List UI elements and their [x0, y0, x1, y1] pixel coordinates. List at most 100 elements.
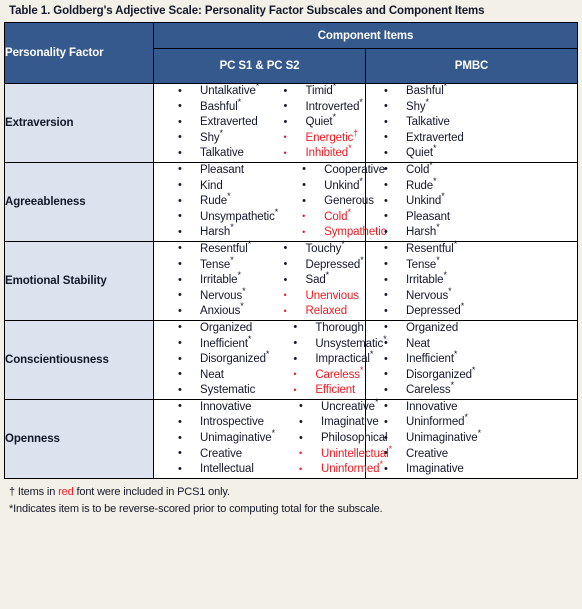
list-item: Innovative [366, 399, 577, 416]
pcs-items-cell: OrganizedInefficient*Disorganized*NeatSy… [153, 319, 387, 400]
table-row: ExtraversionUntalkative*Bashful*Extraver… [4, 81, 578, 163]
pcs-items-cell: Resentful*Tense*Irritable*Nervous*Anxiou… [153, 239, 366, 321]
item-list: Timid*Introverted*Quiet*Energetic†Inhibi… [260, 81, 366, 162]
item-list: PleasantKindRude*Unsympathetic*Harsh* [154, 162, 278, 241]
reverse-scored-asterisk: * [240, 301, 244, 312]
table-row: Emotional StabilityResentful*Tense*Irrit… [4, 239, 578, 321]
reverse-scored-asterisk: * [237, 270, 241, 281]
reverse-scored-asterisk: * [443, 270, 447, 281]
reverse-scored-asterisk: * [433, 175, 437, 186]
pcs-items-cell: Untalkative*Bashful*ExtravertedShy*Talka… [153, 81, 366, 163]
header-pcs1-pcs2: PC S1 & PC S2 [153, 48, 366, 84]
reverse-scored-asterisk: * [219, 127, 224, 138]
list-item: Timid* [260, 81, 366, 100]
reverse-scored-asterisk: * [230, 254, 234, 265]
list-item: Unimaginative* [154, 429, 275, 447]
reverse-scored-asterisk: * [443, 81, 448, 92]
list-item: Rude* [366, 175, 577, 195]
list-item: Neat [366, 336, 577, 353]
pcs-subcolumns: OrganizedInefficient*Disorganized*NeatSy… [154, 320, 387, 399]
list-item: Harsh* [154, 223, 278, 241]
pcs-subcolumns: InnovativeIntrospectiveUnimaginative*Cre… [154, 398, 392, 478]
header-personality-factor: Personality Factor [4, 22, 154, 84]
footnote-asterisk: *Indicates item is to be reverse-scored … [9, 502, 383, 515]
reverse-scored-asterisk: * [441, 191, 445, 202]
header-component-items: Component Items [153, 22, 578, 49]
reverse-scored-asterisk: * [348, 143, 352, 154]
pcs-subcolumn-left: OrganizedInefficient*Disorganized*NeatSy… [154, 320, 269, 399]
table-header: Personality Factor Component Items PC S1… [4, 22, 578, 84]
factor-name-cell: Openness [4, 398, 154, 479]
reverse-scored-asterisk: * [448, 285, 452, 296]
reverse-scored-asterisk: * [450, 380, 455, 391]
pcs-subcolumns: Untalkative*Bashful*ExtravertedShy*Talka… [154, 81, 366, 162]
list-item: Disorganized* [154, 350, 269, 368]
list-item: Bashful* [366, 81, 577, 100]
table-row: AgreeablenessPleasantKindRude*Unsympathe… [4, 160, 578, 242]
list-item: Creative [366, 446, 577, 463]
list-item: Kind [154, 178, 278, 195]
list-item: Pleasant [154, 162, 278, 179]
list-item: Unkind* [366, 191, 577, 210]
reverse-scored-asterisk: * [425, 96, 430, 107]
header-pmbc: PMBC [365, 48, 578, 84]
list-item: Rude* [154, 191, 278, 210]
list-item: Unsympathetic* [154, 207, 278, 226]
pcs-subcolumn-left: Untalkative*Bashful*ExtravertedShy*Talka… [154, 82, 260, 162]
reverse-scored-asterisk: * [325, 270, 330, 281]
reverse-scored-asterisk: * [332, 112, 337, 123]
pmbc-items-cell: Resentful*Tense*Irritable*Nervous*Depres… [365, 239, 578, 321]
list-item: Creative [154, 446, 275, 463]
pcs-items-cell: PleasantKindRude*Unsympathetic*Harsh*Coo… [153, 161, 386, 242]
item-list: Resentful*Tense*Irritable*Nervous*Depres… [366, 239, 577, 320]
item-list: InnovativeIntrospectiveUnimaginative*Cre… [154, 399, 275, 478]
list-item: Resentful* [154, 240, 260, 258]
table-body: ExtraversionUntalkative*Bashful*Extraver… [4, 81, 578, 479]
pmbc-items-cell: Cold*Rude*Unkind*PleasantHarsh* [365, 160, 578, 242]
factor-name-cell: Conscientiousness [4, 319, 154, 400]
footnotes: † Items in red font were included in PCS… [4, 479, 578, 518]
reverse-scored-asterisk: * [332, 81, 337, 92]
page-title: Table 1. Goldberg's Adjective Scale: Per… [9, 5, 485, 17]
list-item: Neat [154, 367, 269, 384]
item-list: Cold*Rude*Unkind*PleasantHarsh* [366, 160, 577, 241]
list-item: Tense* [366, 254, 577, 274]
item-list: Resentful*Tense*Irritable*Nervous*Anxiou… [154, 240, 260, 320]
item-list: Touchy*Depressed*Sad*UnenviousRelaxed [260, 239, 366, 320]
list-item: Innovative [154, 399, 275, 416]
list-item: Uninformed* [366, 412, 577, 431]
list-item: Cold* [366, 160, 577, 179]
list-item: Resentful* [366, 239, 577, 258]
reverse-scored-asterisk: * [359, 364, 364, 375]
list-item: Unenvious [260, 288, 366, 305]
pcs-subcolumn-left: Resentful*Tense*Irritable*Nervous*Anxiou… [154, 240, 260, 320]
reverse-scored-asterisk: * [429, 160, 433, 171]
list-item: Quiet* [366, 144, 577, 162]
pcs-items-cell: InnovativeIntrospectiveUnimaginative*Cre… [153, 398, 392, 479]
list-item: Organized [154, 320, 269, 337]
item-list: OrganizedInefficient*Disorganized*NeatSy… [154, 320, 269, 399]
list-item: Harsh* [366, 222, 577, 241]
reverse-scored-asterisk: * [227, 191, 231, 202]
factor-name-cell: Emotional Stability [4, 240, 154, 321]
footnote-dagger: † Items in red font were included in PCS… [9, 484, 576, 501]
reverse-scored-asterisk: * [436, 222, 440, 233]
reverse-scored-asterisk: * [471, 364, 476, 375]
list-item: Pleasant [366, 209, 577, 226]
list-item: Introspective [154, 415, 275, 431]
reverse-scored-asterisk: * [436, 254, 440, 265]
reverse-scored-asterisk: * [247, 333, 252, 344]
reverse-scored-asterisk: * [453, 239, 458, 250]
list-item: Touchy* [260, 239, 366, 258]
list-item: Anxious* [154, 301, 260, 320]
reverse-scored-asterisk: * [359, 175, 363, 186]
list-item: Depressed* [366, 301, 577, 320]
list-item: Introverted* [260, 97, 366, 116]
reverse-scored-asterisk: * [460, 301, 465, 312]
list-item: Unimaginative* [366, 429, 577, 447]
reverse-scored-asterisk: * [341, 239, 345, 250]
reverse-scored-asterisk: * [464, 412, 468, 423]
footnote-red-word: red [58, 485, 74, 498]
list-item: Irritable* [366, 270, 577, 289]
list-item: Intellectual [154, 462, 275, 478]
